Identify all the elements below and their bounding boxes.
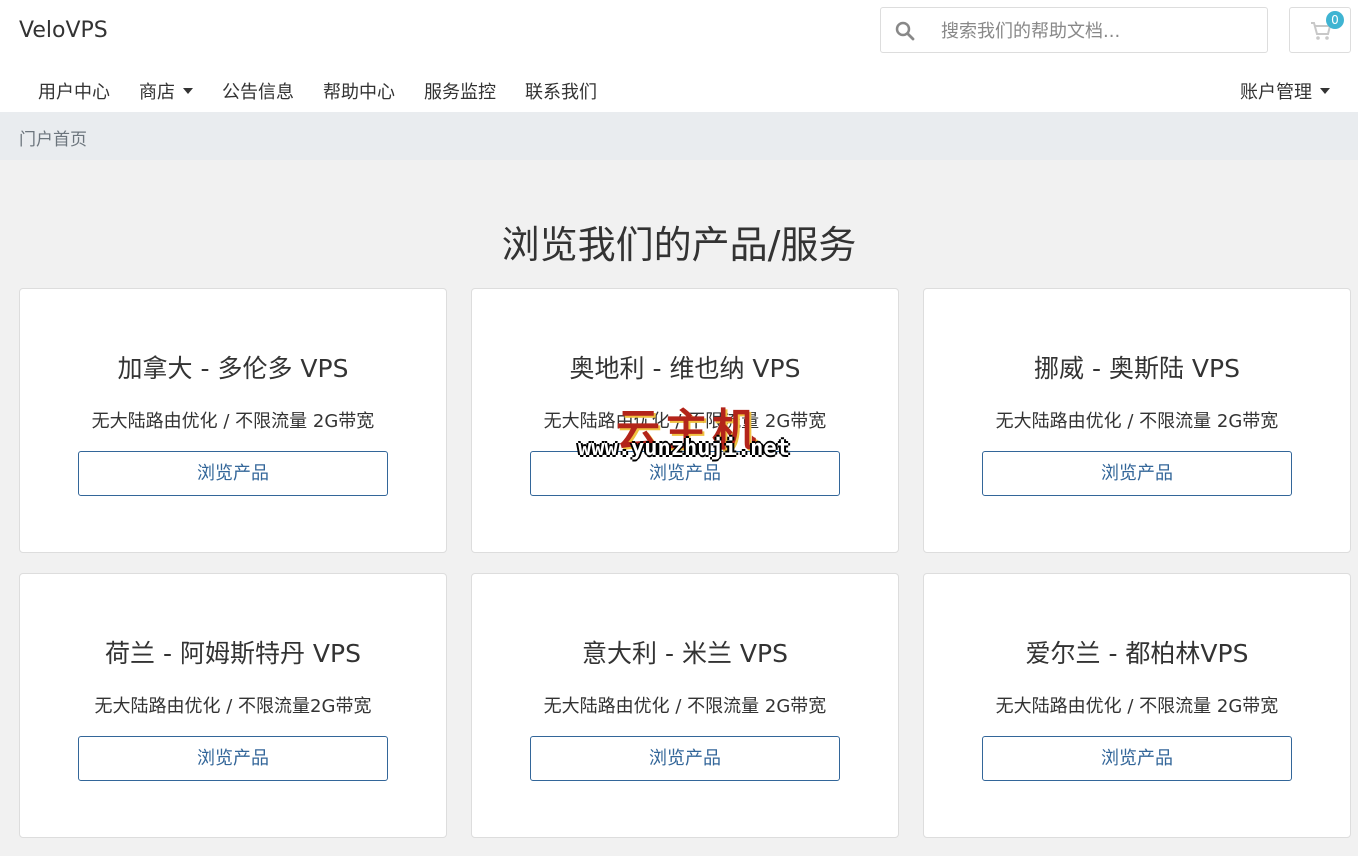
breadcrumb: 门户首页 (0, 112, 1358, 160)
nav-label: 用户中心 (38, 82, 110, 103)
product-title: 意大利 - 米兰 VPS (582, 639, 788, 668)
product-description: 无大陆路由优化 / 不限流量 2G带宽 (543, 411, 827, 432)
product-card: 奥地利 - 维也纳 VPS 无大陆路由优化 / 不限流量 2G带宽 浏览产品 (471, 288, 899, 553)
search-icon (895, 21, 915, 41)
nav-label: 账户管理 (1240, 82, 1312, 103)
product-title: 荷兰 - 阿姆斯特丹 VPS (105, 639, 361, 668)
nav-label: 帮助中心 (323, 82, 395, 103)
product-title: 奥地利 - 维也纳 VPS (569, 354, 801, 383)
nav-label: 商店 (139, 82, 175, 103)
product-description: 无大陆路由优化 / 不限流量 2G带宽 (995, 411, 1279, 432)
nav-item-account[interactable]: 账户管理 (1240, 78, 1330, 104)
cart-count-badge: 0 (1326, 11, 1344, 29)
product-title: 加拿大 - 多伦多 VPS (117, 354, 349, 383)
product-card: 加拿大 - 多伦多 VPS 无大陆路由优化 / 不限流量 2G带宽 浏览产品 (19, 288, 447, 553)
search-input[interactable] (939, 18, 1253, 44)
product-card: 意大利 - 米兰 VPS 无大陆路由优化 / 不限流量 2G带宽 浏览产品 (471, 573, 899, 838)
nav-item-user-center[interactable]: 用户中心 (38, 78, 110, 104)
nav-item-service-monitor[interactable]: 服务监控 (424, 78, 496, 104)
browse-products-button[interactable]: 浏览产品 (982, 736, 1292, 781)
product-card: 荷兰 - 阿姆斯特丹 VPS 无大陆路由优化 / 不限流量2G带宽 浏览产品 (19, 573, 447, 838)
chevron-down-icon (183, 88, 193, 94)
top-header: VeloVPS 0 用户中心 商店 公告信息 帮助中心 服务监控 联系我们 账户… (0, 0, 1358, 112)
breadcrumb-current: 门户首页 (19, 130, 87, 150)
product-title: 爱尔兰 - 都柏林VPS (1025, 639, 1249, 668)
page-title: 浏览我们的产品/服务 (501, 223, 857, 267)
chevron-down-icon (1320, 88, 1330, 94)
product-description: 无大陆路由优化 / 不限流量 2G带宽 (995, 696, 1279, 717)
nav-label: 服务监控 (424, 82, 496, 103)
nav-item-contact[interactable]: 联系我们 (525, 78, 597, 104)
browse-products-button[interactable]: 浏览产品 (78, 451, 388, 496)
search-box[interactable] (880, 7, 1268, 53)
browse-products-button[interactable]: 浏览产品 (530, 736, 840, 781)
browse-products-button[interactable]: 浏览产品 (78, 736, 388, 781)
product-card: 爱尔兰 - 都柏林VPS 无大陆路由优化 / 不限流量 2G带宽 浏览产品 (923, 573, 1351, 838)
cart-button[interactable]: 0 (1289, 7, 1351, 53)
product-card: 挪威 - 奥斯陆 VPS 无大陆路由优化 / 不限流量 2G带宽 浏览产品 (923, 288, 1351, 553)
nav-label: 公告信息 (222, 82, 294, 103)
brand-logo[interactable]: VeloVPS (19, 18, 108, 43)
product-description: 无大陆路由优化 / 不限流量 2G带宽 (543, 696, 827, 717)
main-nav: 用户中心 商店 公告信息 帮助中心 服务监控 联系我们 账户管理 (0, 68, 1358, 112)
browse-products-button[interactable]: 浏览产品 (982, 451, 1292, 496)
nav-item-announcements[interactable]: 公告信息 (222, 78, 294, 104)
nav-label: 联系我们 (525, 82, 597, 103)
nav-item-help-center[interactable]: 帮助中心 (323, 78, 395, 104)
product-title: 挪威 - 奥斯陆 VPS (1034, 354, 1240, 383)
nav-item-store[interactable]: 商店 (139, 78, 193, 104)
browse-products-button[interactable]: 浏览产品 (530, 451, 840, 496)
product-description: 无大陆路由优化 / 不限流量 2G带宽 (91, 411, 375, 432)
product-description: 无大陆路由优化 / 不限流量2G带宽 (94, 696, 372, 717)
